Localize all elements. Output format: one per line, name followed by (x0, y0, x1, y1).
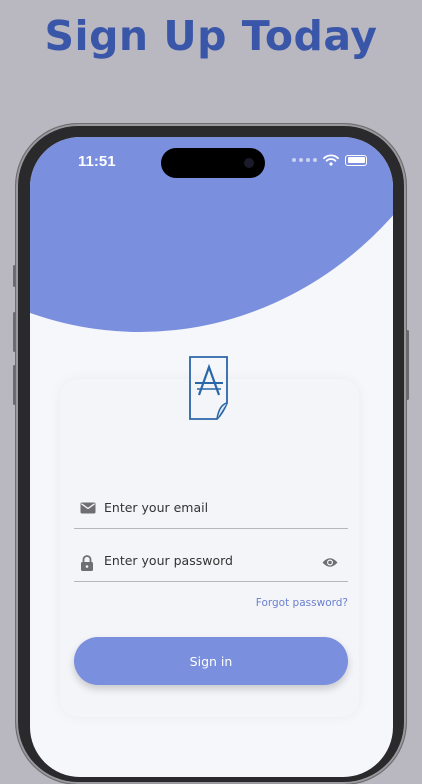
password-field[interactable]: Enter your password (74, 547, 348, 582)
eye-icon[interactable] (322, 557, 338, 568)
status-icons (292, 154, 367, 166)
email-field[interactable]: Enter your email (74, 494, 348, 529)
mail-icon (80, 502, 96, 514)
forgot-password-link[interactable]: Forgot password? (256, 597, 348, 609)
phone-volume-down (13, 365, 16, 405)
app-screen: 11:51 Enter your email Enter your passwo… (30, 137, 393, 777)
promo-headline: Sign Up Today (44, 12, 378, 60)
app-logo (189, 356, 228, 420)
lock-icon (81, 555, 93, 571)
camera-icon (244, 158, 254, 168)
signal-dots-icon (292, 158, 317, 162)
status-time: 11:51 (78, 153, 116, 170)
email-placeholder: Enter your email (104, 500, 209, 515)
wifi-icon (323, 154, 339, 166)
battery-icon (345, 154, 367, 166)
sign-in-button[interactable]: Sign in (74, 637, 348, 685)
phone-side-button (13, 265, 16, 287)
password-placeholder: Enter your password (104, 553, 233, 568)
dynamic-island (161, 148, 265, 178)
phone-volume-up (13, 312, 16, 352)
phone-power-button (406, 330, 409, 400)
